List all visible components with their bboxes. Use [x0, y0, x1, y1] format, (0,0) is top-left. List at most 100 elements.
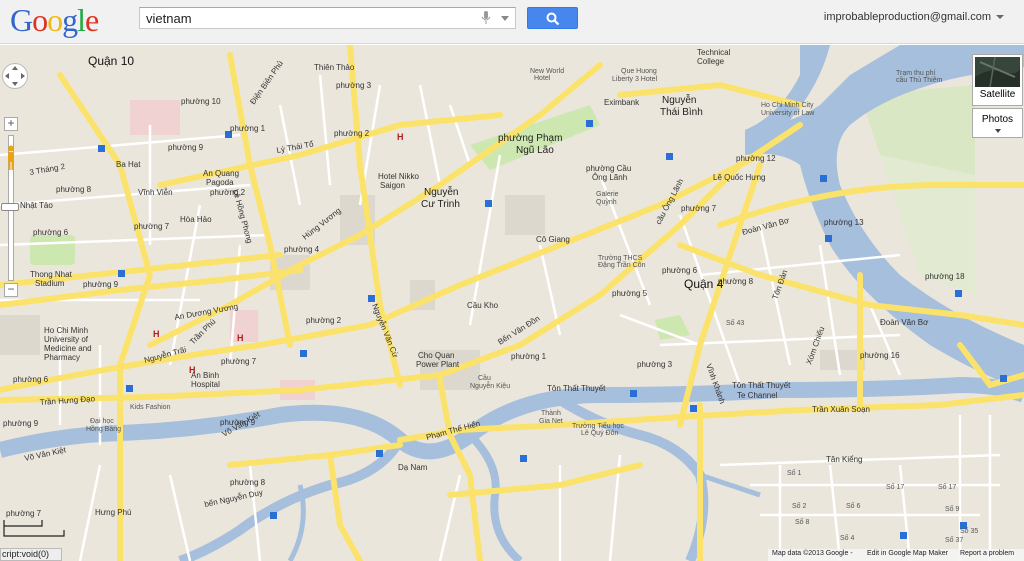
account-menu[interactable]: improbableproduction@gmail.com [824, 11, 1004, 23]
ward-label: phường 9 [3, 419, 39, 428]
map-canvas[interactable]: H H H H Quận 10 Quận 4 phường Phạm Ngũ L… [0, 45, 1024, 561]
map-label: Nguyễn [662, 93, 696, 106]
ward-label: phường 6 [13, 375, 49, 384]
status-bar-text: cript:void(0) [0, 548, 62, 561]
road-label: Hưng Phú [95, 508, 132, 517]
account-email[interactable]: improbableproduction@gmail.com [824, 11, 991, 23]
search-input[interactable] [146, 8, 466, 28]
map-label: Hotel Nikko [378, 172, 419, 181]
map-label: Saigon [380, 181, 405, 190]
road-label: Ba Hạt [116, 160, 141, 169]
chevron-down-icon[interactable] [995, 129, 1001, 133]
map-attribution: Map data ©2013 Google - [772, 550, 853, 557]
pan-control-icon[interactable] [2, 63, 28, 89]
ward-label: phường 12 [736, 154, 776, 163]
map-label: Thành [541, 410, 561, 417]
alley-label: Số 1 [787, 468, 802, 477]
alley-label: Số 43 [726, 318, 744, 327]
logo-letter: l [77, 2, 86, 38]
map-label: Technical [697, 48, 731, 57]
map-label: phường Phạm [498, 133, 562, 144]
ward-label: phường 7 [681, 204, 717, 213]
zoom-in-button[interactable]: + [4, 117, 18, 131]
ward-label: phường 18 [925, 272, 965, 281]
alley-label: Số 17 [886, 482, 904, 491]
ward-label: phường 8 [718, 277, 754, 286]
satellite-label[interactable]: Satellite [973, 89, 1022, 100]
alley-label: Số 37 [945, 535, 963, 544]
ward-label: phường 8 [56, 185, 92, 194]
ward-label: phường 6 [33, 228, 69, 237]
ward-label: phường 9 [220, 418, 256, 427]
photos-button[interactable]: Photos [972, 108, 1023, 138]
zoom-control[interactable]: + − [1, 117, 19, 297]
map-label: Cho Quan [418, 351, 454, 360]
logo-letter: G [10, 2, 33, 38]
map-label: Gia Net [539, 418, 563, 425]
ward-label: phường 6 [662, 266, 698, 275]
map-label: Ho Chi Minh City [761, 102, 814, 109]
ward-label: phường 1 [511, 352, 547, 361]
logo-letter: o [32, 2, 48, 38]
hospital-icon: H [397, 132, 404, 142]
pan-control[interactable] [2, 63, 28, 101]
map-label: Hospital [191, 380, 220, 389]
scale-bar [3, 520, 65, 537]
map-label: Thong Nhat [30, 270, 73, 279]
chevron-down-icon[interactable] [501, 16, 509, 21]
pegman-icon[interactable] [6, 145, 16, 171]
map-label: Cư Trinh [421, 199, 460, 210]
search-button[interactable] [527, 7, 578, 29]
microphone-icon[interactable] [481, 11, 491, 25]
logo-letter: g [62, 2, 78, 38]
road-label: Lê Quốc Hưng [713, 173, 766, 182]
zoom-out-button[interactable]: − [4, 283, 18, 297]
alley-label: Số 8 [795, 517, 810, 526]
map-label: An Quang [203, 169, 239, 178]
satellite-button[interactable]: Satellite [972, 54, 1023, 106]
map-label: Pharmacy [44, 353, 80, 362]
map-label: New World [530, 68, 564, 75]
search-box[interactable] [139, 7, 516, 29]
hospital-icon: H [237, 333, 244, 343]
road-label: Vĩnh Viễn [138, 188, 173, 197]
google-logo[interactable]: Google [10, 2, 99, 38]
map-label: cầu Thủ Thiêm [896, 75, 943, 84]
photos-label[interactable]: Photos [973, 114, 1022, 125]
alley-label: Số 4 [840, 533, 855, 542]
map-label: phường Cầu [586, 164, 631, 173]
road-label: Nhật Tảo [20, 201, 53, 210]
ward-label: phường 1 [230, 124, 266, 133]
map-label: Nguyễn Kiệu [470, 381, 510, 390]
caret-down-icon[interactable] [996, 15, 1004, 20]
zoom-slider-handle[interactable] [1, 203, 19, 211]
ward-label: phường 9 [83, 280, 119, 289]
ward-label: phường 2 [210, 188, 246, 197]
map-label: Cầu Kho [467, 301, 499, 310]
ward-label: phường 3 [336, 81, 372, 90]
map-label: Cô Giang [536, 235, 570, 244]
map-label: Trạm thu phí [896, 70, 935, 77]
edit-in-map-maker-link[interactable]: Edit in Google Map Maker [867, 550, 948, 557]
map-label: Ngũ Lão [516, 145, 554, 156]
logo-letter: o [47, 2, 63, 38]
report-problem-link[interactable]: Report a problem [960, 550, 1014, 557]
map-label: Pagoda [206, 178, 234, 187]
map-label: Ông Lãnh [592, 173, 627, 182]
map-label: Hotel [534, 75, 551, 82]
alley-label: Số 35 [960, 526, 978, 535]
map-svg[interactable]: H H H H Quận 10 Quận 4 phường Phạm Ngũ L… [0, 45, 1024, 561]
road-label: Đoàn Văn Bơ [880, 318, 929, 327]
satellite-thumbnail [975, 57, 1020, 87]
ward-label: phường 7 [6, 509, 42, 518]
map-label: Liberty 3 Hotel [612, 76, 658, 83]
ward-label: phường 10 [181, 97, 221, 106]
ward-label: phường 5 [612, 289, 648, 298]
road-label: Trần Xuân Soạn [812, 405, 870, 414]
alley-label: Số 17 [938, 482, 956, 491]
map-label: Que Huong [621, 68, 657, 75]
map-label: Quỳnh [596, 199, 617, 206]
map-footer: Map data ©2013 Google - Edit in Google M… [768, 549, 1024, 561]
map-label: University of Law [761, 110, 815, 117]
map-label: Lê Quý Đôn [581, 430, 618, 437]
